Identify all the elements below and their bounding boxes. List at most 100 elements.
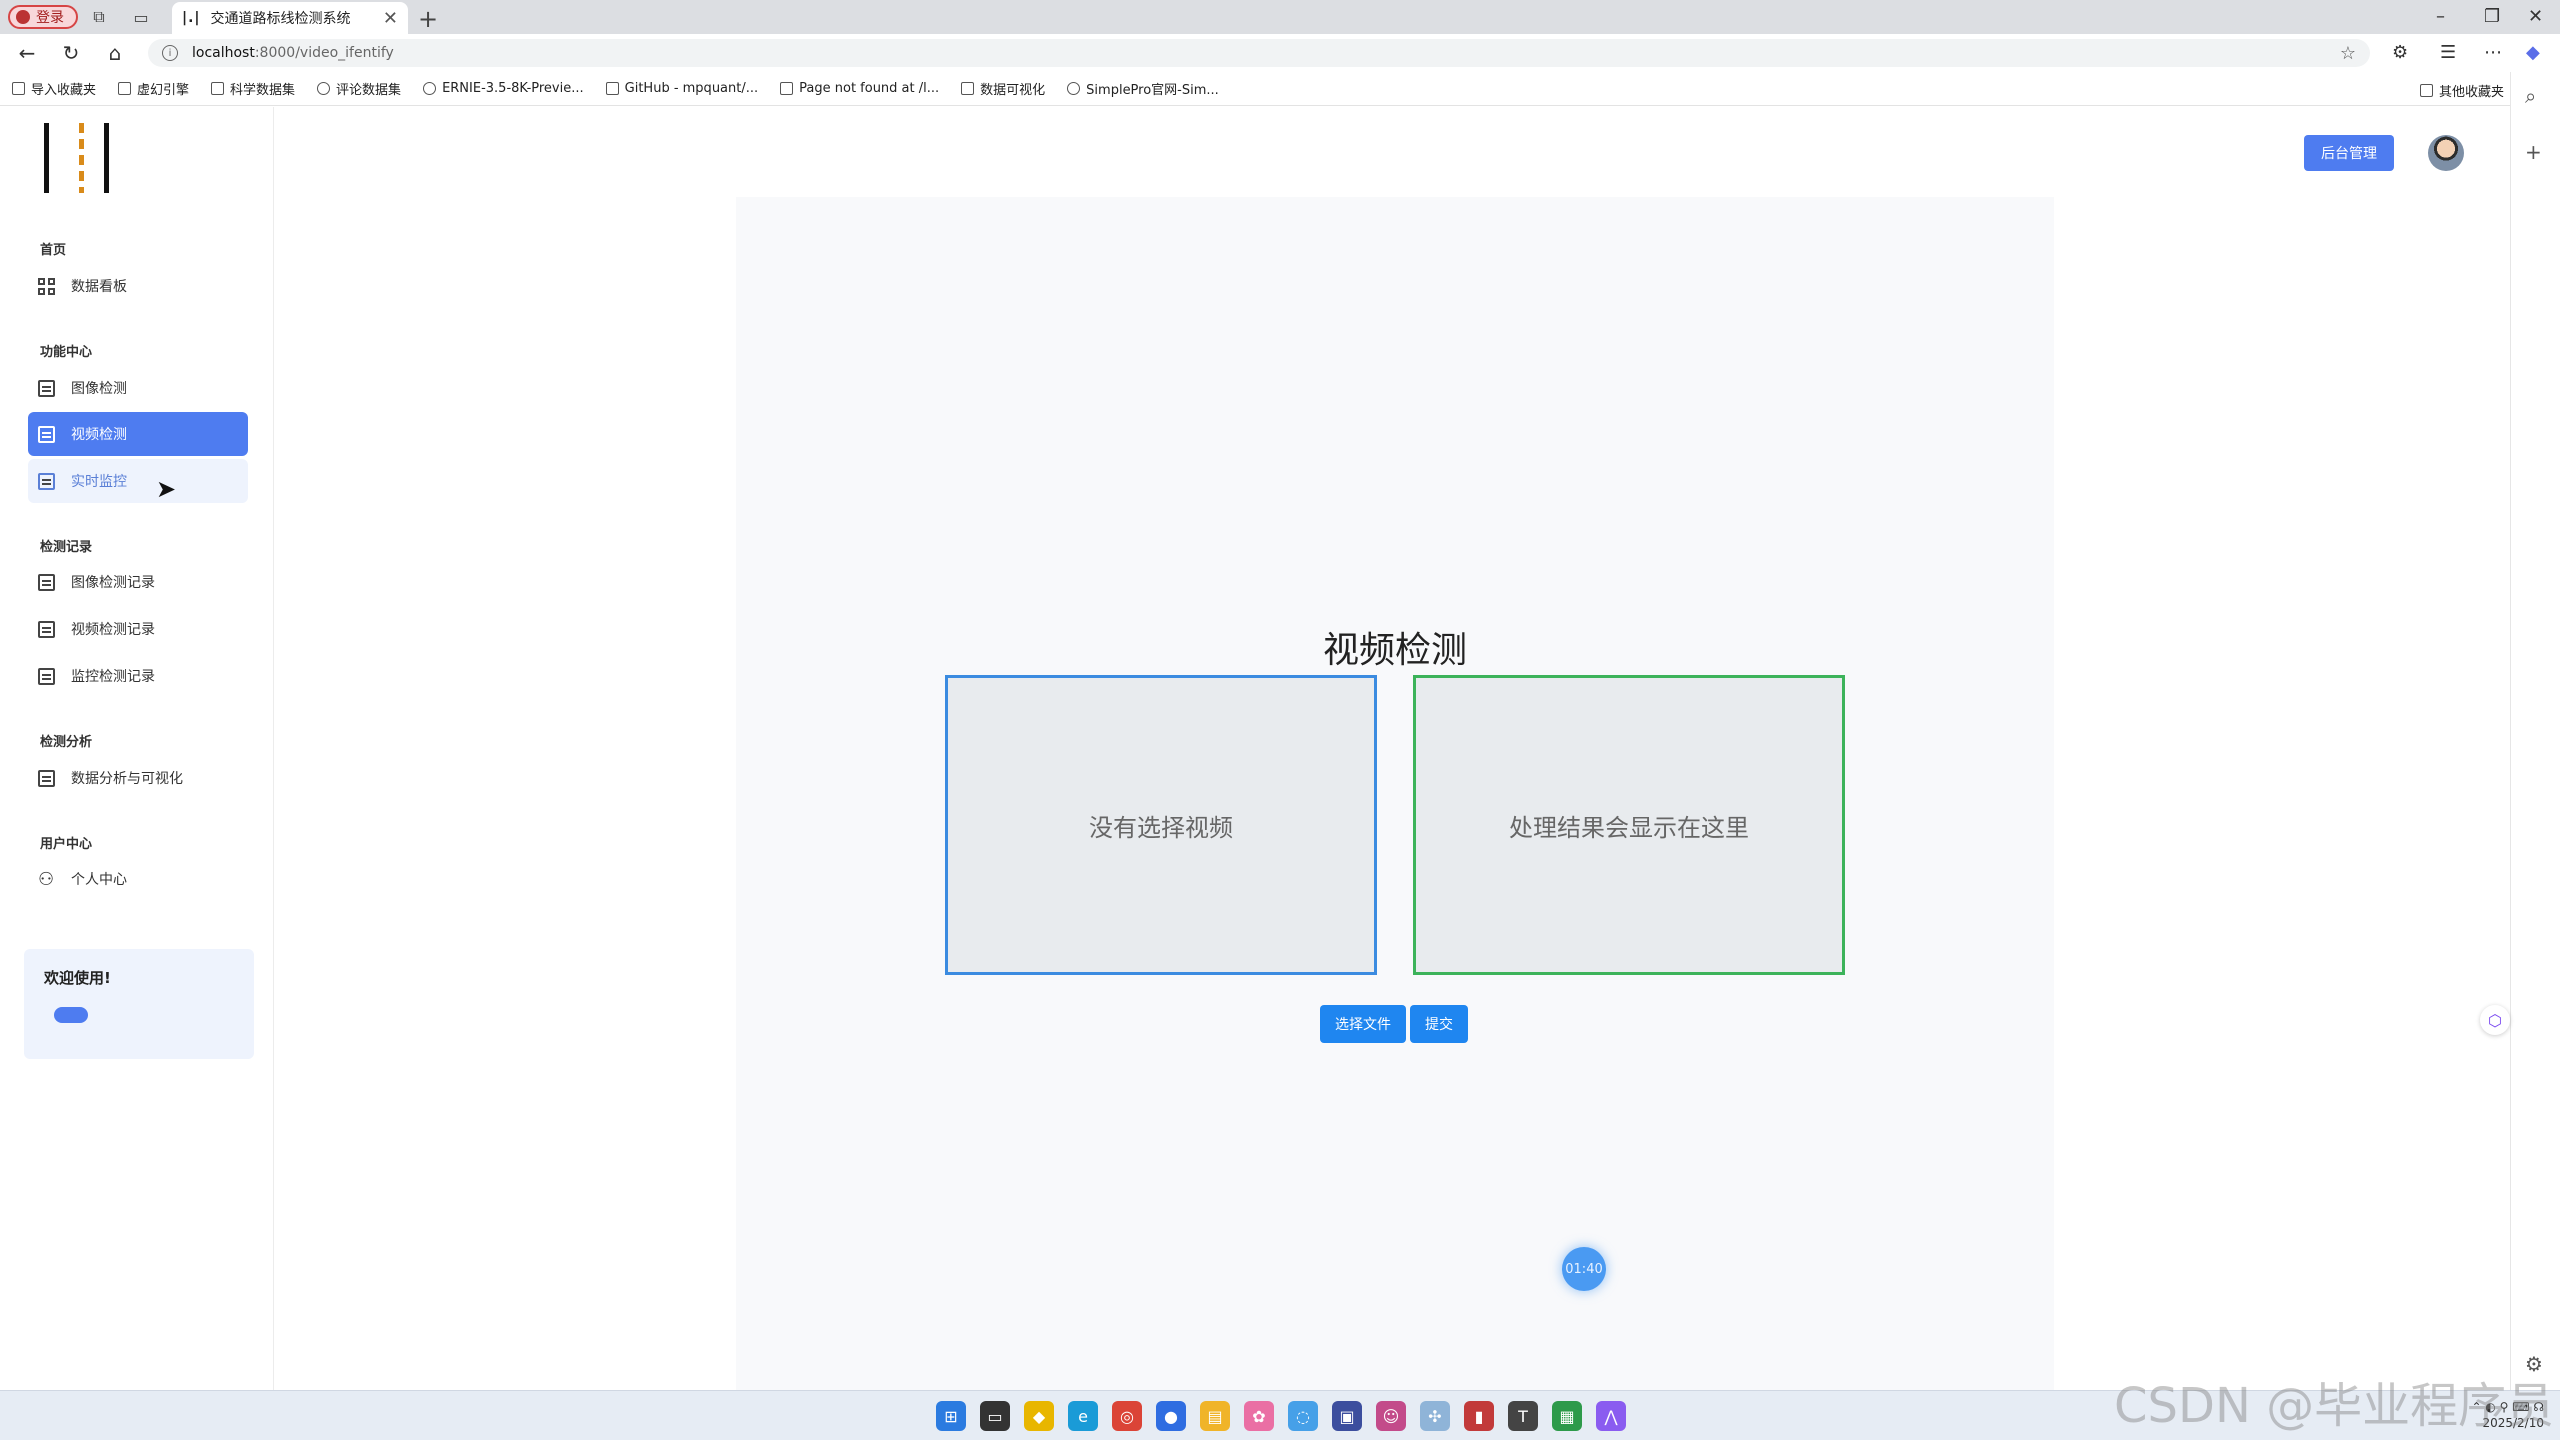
avatar[interactable] <box>2428 135 2464 171</box>
avatar-app-icon[interactable]: ☺ <box>1376 1401 1406 1431</box>
output-video-preview: 处理结果会显示在这里 <box>1413 675 1845 975</box>
sidebar-item-label: 图像检测记录 <box>71 575 155 591</box>
list-icon <box>38 472 55 490</box>
bookmark-page-icon <box>118 82 132 95</box>
user-add-icon: ⚇ <box>38 868 55 890</box>
file-explorer-icon[interactable]: ▤ <box>1200 1401 1230 1431</box>
url-input[interactable]: i localhost:8000/video_ifentify ☆ <box>148 39 2370 67</box>
sidebar-item-dashboard[interactable]: 数据看板 <box>28 264 248 308</box>
bookmark-page-icon <box>1067 82 1081 95</box>
bookmark-page-icon <box>211 82 225 95</box>
new-tab-icon[interactable]: + <box>418 5 438 33</box>
timer-badge[interactable]: 01:40 <box>1562 1247 1606 1291</box>
active-tab[interactable]: |.| 交通道路标线检测系统 ✕ <box>172 2 408 34</box>
bookmark-item[interactable]: 数据可视化 <box>961 79 1045 98</box>
welcome-text: 欢迎使用! <box>44 969 111 987</box>
tool-app-icon[interactable]: ▮ <box>1464 1401 1494 1431</box>
tab-close-icon[interactable]: ✕ <box>383 8 398 29</box>
other-bookmarks[interactable]: 其他收藏夹 <box>2419 81 2504 100</box>
network-app-icon[interactable]: ✣ <box>1420 1401 1450 1431</box>
browser-sidebar-rail: ⌕ + ⚙ <box>2510 72 2560 1390</box>
section-title-home: 首页 <box>40 243 67 258</box>
sidebar-item-image-records[interactable]: 图像检测记录 <box>28 560 248 604</box>
terminal-icon[interactable]: ▦ <box>1552 1401 1582 1431</box>
chrome-icon[interactable]: ◎ <box>1112 1401 1142 1431</box>
task-view-icon[interactable]: ▭ <box>980 1401 1010 1431</box>
extensions-icon[interactable]: ⚙ <box>2392 42 2408 63</box>
dashboard-icon <box>38 277 55 295</box>
home-icon[interactable]: ⌂ <box>102 40 128 66</box>
bookmark-folder-icon <box>12 82 25 95</box>
list-icon <box>38 425 55 443</box>
bookmark-item[interactable]: 虚幻引擎 <box>118 79 189 98</box>
site-info-icon[interactable]: i <box>162 45 178 61</box>
ai-app-icon[interactable]: ⋀ <box>1596 1401 1626 1431</box>
input-placeholder: 没有选择视频 <box>1089 813 1233 842</box>
back-icon[interactable]: ← <box>14 40 40 66</box>
more-menu-icon[interactable]: ⋯ <box>2484 42 2502 63</box>
bookmark-page-icon <box>423 82 437 95</box>
sidebar-item-monitor-records[interactable]: 监控检测记录 <box>28 654 248 698</box>
restore-icon[interactable]: ❐ <box>2484 6 2500 27</box>
browser-app-icon[interactable]: ● <box>1156 1401 1186 1431</box>
sidebar: 首页 数据看板 功能中心 图像检测 视频检测 实时监控 检测记录 图像检测记录 … <box>0 107 274 1390</box>
section-title-analysis: 检测分析 <box>40 735 93 750</box>
profile-button[interactable]: 登录 <box>8 5 78 29</box>
bookmark-item[interactable]: Page not found at /l... <box>780 81 939 96</box>
reload-icon[interactable]: ↻ <box>58 40 84 66</box>
admin-button[interactable]: 后台管理 <box>2304 135 2394 171</box>
bookmark-item[interactable]: 科学数据集 <box>211 79 295 98</box>
add-icon[interactable]: + <box>2525 140 2542 164</box>
sidebar-item-label: 图像检测 <box>71 381 127 397</box>
typora-icon[interactable]: T <box>1508 1401 1538 1431</box>
github-icon <box>317 82 331 95</box>
bookmark-item[interactable]: SimplePro官网-Sim... <box>1067 79 1219 98</box>
sidebar-item-live-monitor[interactable]: 实时监控 <box>28 459 248 503</box>
sidebar-item-video-records[interactable]: 视频检测记录 <box>28 607 248 651</box>
sidebar-item-data-analysis[interactable]: 数据分析与可视化 <box>28 756 248 800</box>
wechat-icon[interactable]: ✿ <box>1244 1401 1274 1431</box>
close-window-icon[interactable]: ✕ <box>2528 6 2543 27</box>
sidebar-item-image-detection[interactable]: 图像检测 <box>28 366 248 410</box>
section-title-records: 检测记录 <box>40 540 93 555</box>
list-icon <box>38 379 55 397</box>
sidebar-item-video-detection[interactable]: 视频检测 <box>28 412 248 456</box>
list-icon <box>38 620 55 638</box>
shield-app-icon[interactable]: ◆ <box>1024 1401 1054 1431</box>
bookmark-item[interactable]: ERNIE-3.5-8K-Previe... <box>423 81 584 96</box>
sidebar-item-label: 数据看板 <box>71 279 127 295</box>
bookmark-page-icon <box>605 82 619 95</box>
web-page: 首页 数据看板 功能中心 图像检测 视频检测 实时监控 检测记录 图像检测记录 … <box>0 107 2510 1390</box>
sidebar-item-label: 数据分析与可视化 <box>71 771 183 787</box>
url-text: localhost:8000/video_ifentify <box>192 45 394 61</box>
tab-actions-icon[interactable]: ▭ <box>130 6 152 28</box>
minimize-icon[interactable]: – <box>2436 6 2445 27</box>
sidebar-item-label: 视频检测 <box>71 427 127 443</box>
start-icon[interactable]: ⊞ <box>936 1401 966 1431</box>
favorites-icon[interactable]: ☰ <box>2440 42 2456 63</box>
assistant-float-icon[interactable]: ⬡ <box>2480 1005 2510 1035</box>
bookmark-item[interactable]: GitHub - mpquant/... <box>605 81 758 96</box>
sidebar-item-label: 视频检测记录 <box>71 622 155 638</box>
bookmark-item[interactable]: 导入收藏夹 <box>12 79 96 98</box>
choose-file-button[interactable]: 选择文件 <box>1320 1005 1406 1043</box>
tab-favicon: |.| <box>182 10 201 26</box>
sidebar-item-label: 实时监控 <box>71 474 127 490</box>
bookmark-item[interactable]: 评论数据集 <box>317 79 401 98</box>
sidebar-item-label: 监控检测记录 <box>71 669 155 685</box>
search-icon[interactable]: ⌕ <box>2525 84 2536 108</box>
sidebar-item-profile[interactable]: ⚇ 个人中心 <box>28 857 248 901</box>
document-icon <box>38 573 55 591</box>
welcome-toggle[interactable] <box>54 1007 88 1023</box>
copilot-icon[interactable]: ◆ <box>2526 42 2540 63</box>
submit-button[interactable]: 提交 <box>1410 1005 1468 1043</box>
profile-avatar-icon <box>16 10 30 24</box>
app-logo <box>42 123 122 193</box>
bookmark-star-icon[interactable]: ☆ <box>2340 43 2356 64</box>
chat-app-icon[interactable]: ◌ <box>1288 1401 1318 1431</box>
edge-icon[interactable]: e <box>1068 1401 1098 1431</box>
section-title-user: 用户中心 <box>40 837 93 852</box>
bookmarks-bar: 导入收藏夹 虚幻引擎 科学数据集 评论数据集 ERNIE-3.5-8K-Prev… <box>0 72 2560 106</box>
pycharm-icon[interactable]: ▣ <box>1332 1401 1362 1431</box>
workspaces-icon[interactable]: ⧉ <box>88 6 110 28</box>
